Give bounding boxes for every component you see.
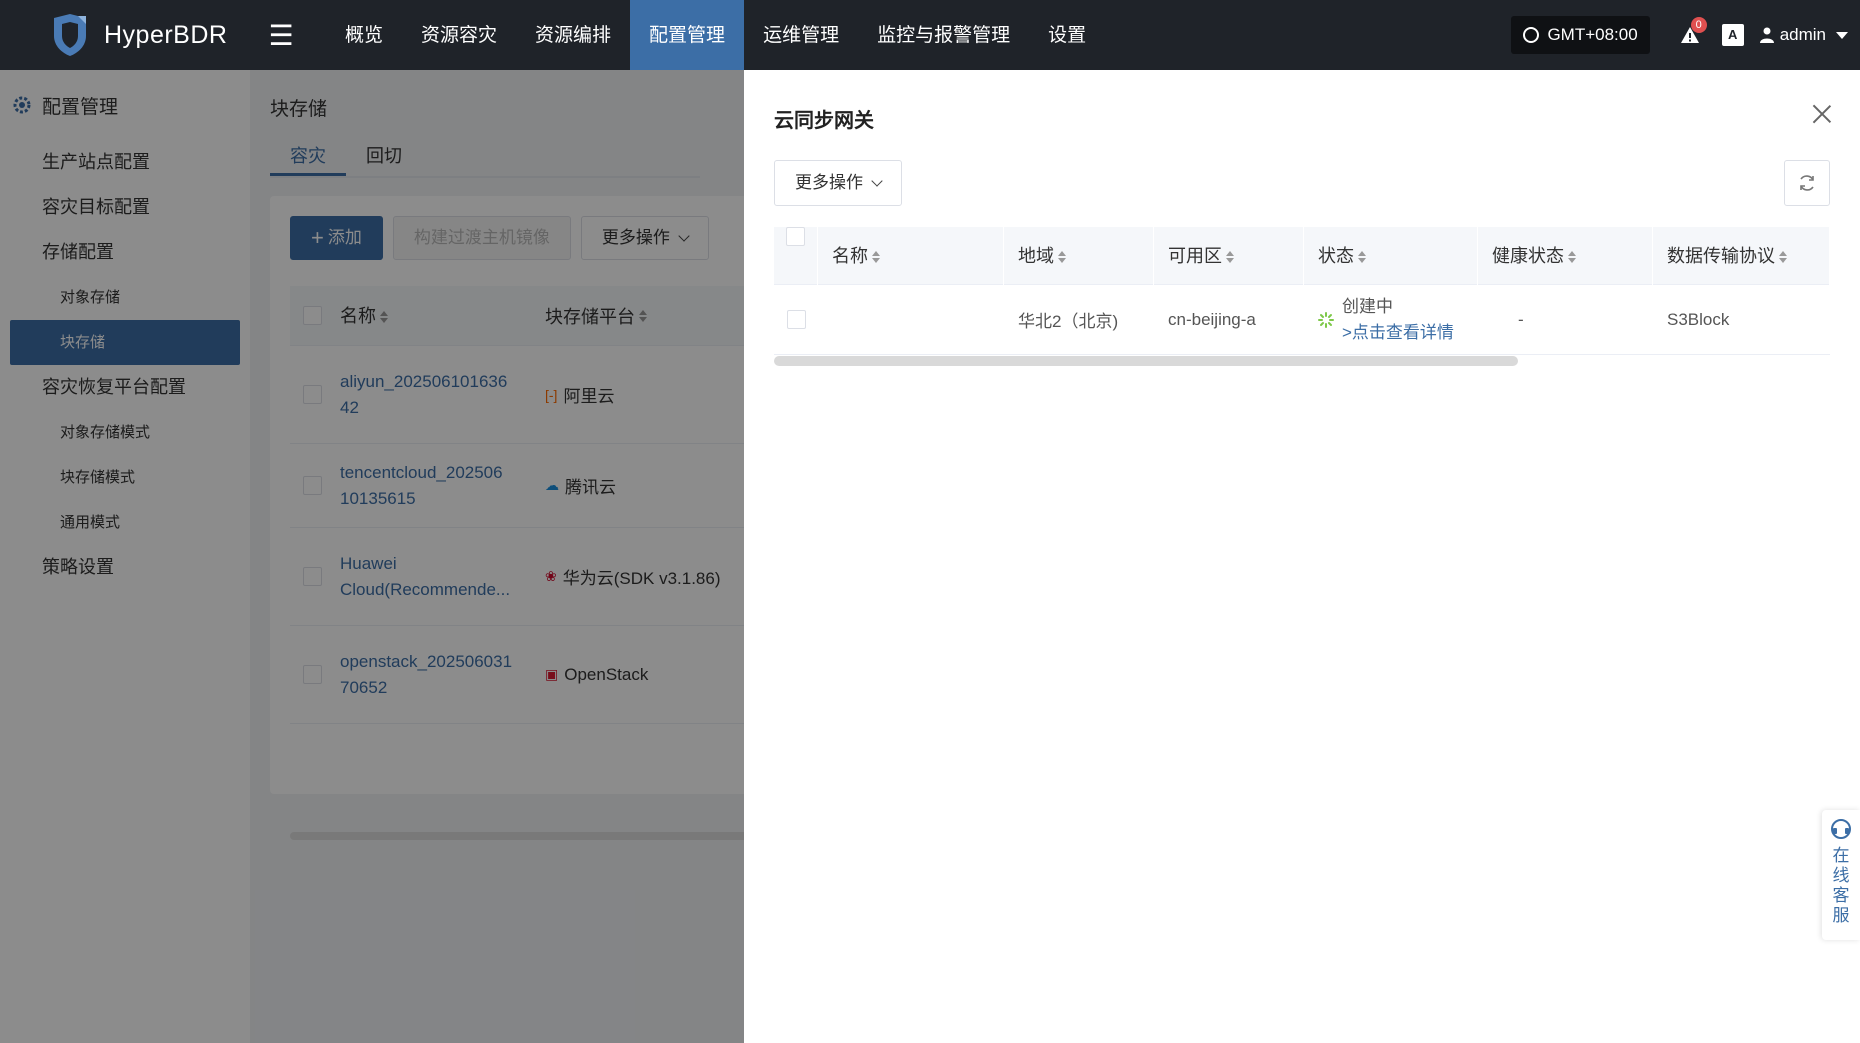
drawer-more-actions-label: 更多操作	[795, 173, 863, 192]
col-status[interactable]: 状态	[1304, 226, 1478, 285]
table-row: 华北2（北京) cn-beijing-a 创建中 >点击查看详情 - S3Blo…	[774, 285, 1830, 355]
row-health: -	[1518, 309, 1524, 329]
headset-icon	[1831, 819, 1851, 839]
row-status: 创建中 >点击查看详情	[1304, 294, 1478, 346]
hyperbdr-logo-icon	[54, 14, 86, 56]
chevron-down-icon	[871, 174, 883, 187]
nav-config-management[interactable]: 配置管理	[630, 0, 745, 70]
close-icon[interactable]	[1812, 104, 1832, 124]
row-checkbox[interactable]	[786, 310, 806, 329]
alert-count-badge: 0	[1690, 17, 1707, 33]
gateway-table: 名称 地域 可用区 状态 健康状态 数据传输协议 华北2（北京) cn-beij…	[774, 226, 1830, 355]
nav-overview[interactable]: 概览	[326, 0, 402, 70]
user-menu[interactable]: admin	[1759, 25, 1848, 45]
cloud-sync-gateway-drawer: 云同步网关 更多操作 名称 地域 可用区 状态 健康状态 数据传输协议 华北2（…	[744, 70, 1860, 1043]
select-all-checkbox[interactable]	[786, 226, 805, 246]
nav-operations[interactable]: 运维管理	[744, 0, 858, 70]
alert-button[interactable]: 0	[1670, 15, 1710, 55]
caret-down-icon	[1836, 31, 1848, 39]
top-navbar: HyperBDR ☰ 概览 资源容灾 资源编排 配置管理 运维管理 监控与报警管…	[0, 0, 1860, 70]
col-health[interactable]: 健康状态	[1478, 226, 1653, 285]
sort-icon[interactable]	[1058, 250, 1066, 263]
row-region: 华北2（北京)	[1018, 312, 1119, 331]
horizontal-scrollbar[interactable]	[774, 356, 1518, 366]
drawer-overlay-mask[interactable]	[0, 70, 744, 1043]
sort-icon[interactable]	[1568, 250, 1576, 263]
row-protocol: S3Block	[1667, 309, 1730, 329]
drawer-more-actions-button[interactable]: 更多操作	[774, 160, 902, 206]
refresh-icon	[1800, 175, 1814, 191]
nav-settings[interactable]: 设置	[1029, 0, 1105, 70]
table-header: 名称 地域 可用区 状态 健康状态 数据传输协议	[774, 226, 1830, 285]
view-details-link[interactable]: >点击查看详情	[1342, 320, 1454, 346]
refresh-button[interactable]	[1784, 160, 1830, 206]
nav-monitoring-alerts[interactable]: 监控与报警管理	[858, 0, 1029, 70]
timezone-label: GMT+08:00	[1547, 25, 1638, 44]
user-icon	[1759, 27, 1774, 43]
clock-icon	[1523, 27, 1540, 43]
sort-icon[interactable]	[1358, 250, 1366, 263]
col-region[interactable]: 地域	[1004, 226, 1154, 285]
logo[interactable]: HyperBDR	[0, 12, 250, 58]
col-protocol[interactable]: 数据传输协议	[1653, 226, 1830, 285]
top-right-tools: GMT+08:00 0 A admin	[1511, 0, 1848, 70]
app-name: HyperBDR	[104, 20, 228, 49]
online-support-label: 在线客服	[1832, 846, 1850, 925]
language-icon[interactable]: A	[1721, 24, 1744, 46]
timezone-badge[interactable]: GMT+08:00	[1511, 16, 1650, 54]
menu-toggle-icon[interactable]: ☰	[256, 19, 306, 52]
sort-icon[interactable]	[872, 250, 880, 263]
drawer-title: 云同步网关	[774, 110, 874, 132]
col-zone[interactable]: 可用区	[1154, 226, 1304, 285]
status-text: 创建中	[1342, 296, 1393, 316]
nav-orchestration[interactable]: 资源编排	[516, 0, 630, 70]
nav-resource-dr[interactable]: 资源容灾	[402, 0, 516, 70]
username: admin	[1779, 25, 1826, 44]
sort-icon[interactable]	[1226, 250, 1234, 263]
row-zone: cn-beijing-a	[1168, 309, 1256, 329]
online-support-widget[interactable]: 在线客服	[1822, 810, 1860, 940]
sort-icon[interactable]	[1779, 250, 1787, 263]
main-nav: 概览 资源容灾 资源编排 配置管理 运维管理 监控与报警管理 设置	[326, 0, 1105, 70]
loading-spinner-icon	[1318, 311, 1334, 328]
col-name[interactable]: 名称	[818, 226, 1004, 285]
